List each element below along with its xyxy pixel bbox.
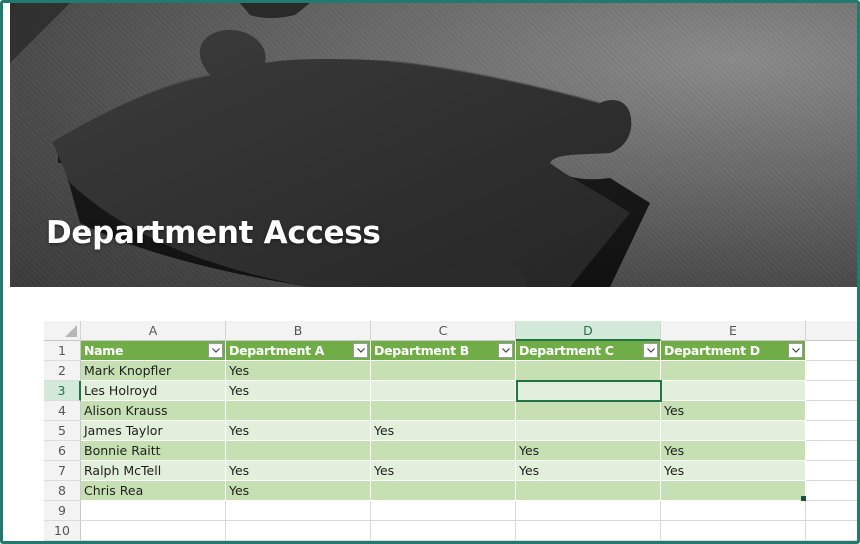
cell-f8[interactable] [806,481,857,501]
cell-b9[interactable] [226,501,371,521]
cell-c10[interactable] [371,521,516,541]
cell-d6[interactable]: Yes [516,441,661,461]
cell-d2[interactable] [516,361,661,381]
cell-f9[interactable] [806,501,857,521]
cell-a6[interactable]: Bonnie Raitt [81,441,226,461]
cell-c4[interactable] [371,401,516,421]
row-header-8[interactable]: 8 [44,481,81,501]
column-header-c[interactable]: C [371,321,516,341]
filter-dropdown-icon [647,348,655,353]
cell-e8[interactable] [661,481,806,501]
cell-e4[interactable]: Yes [661,401,806,421]
row-header-3[interactable]: 3 [44,381,81,401]
select-all-triangle-icon [65,325,77,337]
cell-e2[interactable] [661,361,806,381]
cell-e6[interactable]: Yes [661,441,806,461]
cell-a5[interactable]: James Taylor [81,421,226,441]
row-header-5[interactable]: 5 [44,421,81,441]
cell-a10[interactable] [81,521,226,541]
window-frame: Department Access A B C D E 1 2 3 4 5 6 … [0,0,860,544]
table-header-label: Name [84,343,124,358]
filter-dropdown-button[interactable] [353,343,368,358]
filter-dropdown-button[interactable] [788,343,803,358]
table-header-label: Department C [519,343,614,358]
row-header-10[interactable]: 10 [44,521,81,541]
spreadsheet[interactable]: A B C D E 1 2 3 4 5 6 7 8 9 10 Name Depar… [44,321,857,541]
cell-c7[interactable]: Yes [371,461,516,481]
cell-c8[interactable] [371,481,516,501]
cell-f7[interactable] [806,461,857,481]
row-header-2[interactable]: 2 [44,361,81,381]
cell-f3[interactable] [806,381,857,401]
cell-e5[interactable] [661,421,806,441]
cell-c9[interactable] [371,501,516,521]
cell-d4[interactable] [516,401,661,421]
row-header-6[interactable]: 6 [44,441,81,461]
cell-f6[interactable] [806,441,857,461]
cell-b3[interactable]: Yes [226,381,371,401]
column-header-d[interactable]: D [516,321,661,341]
cell-e9[interactable] [661,501,806,521]
cell-d5[interactable] [516,421,661,441]
column-header-a[interactable]: A [81,321,226,341]
cell-a9[interactable] [81,501,226,521]
cell-b6[interactable] [226,441,371,461]
table-header-c[interactable]: Department B [371,341,516,361]
row-header-1[interactable]: 1 [44,341,81,361]
cell-b10[interactable] [226,521,371,541]
cell-b2[interactable]: Yes [226,361,371,381]
cell-d7[interactable]: Yes [516,461,661,481]
table-header-b[interactable]: Department A [226,341,371,361]
table-header-e[interactable]: Department D [661,341,806,361]
select-all-button[interactable] [44,321,81,341]
cell-e10[interactable] [661,521,806,541]
cell-c5[interactable]: Yes [371,421,516,441]
cell-e3[interactable] [661,381,806,401]
page-title: Department Access [46,215,381,251]
table-header-label: Department A [229,343,325,358]
table-header-label: Department B [374,343,470,358]
cell-f5[interactable] [806,421,857,441]
cell-c3[interactable] [371,381,516,401]
cell-f2[interactable] [806,361,857,381]
row-header-4[interactable]: 4 [44,401,81,421]
filter-dropdown-button[interactable] [498,343,513,358]
cell-b8[interactable]: Yes [226,481,371,501]
column-header-b[interactable]: B [226,321,371,341]
cell-e7[interactable]: Yes [661,461,806,481]
cell-b4[interactable] [226,401,371,421]
cell-d10[interactable] [516,521,661,541]
filter-dropdown-icon [792,348,800,353]
cell-a7[interactable]: Ralph McTell [81,461,226,481]
table-resize-handle[interactable] [801,496,806,501]
column-header-e[interactable]: E [661,321,806,341]
cell-a3[interactable]: Les Holroyd [81,381,226,401]
row-header-9[interactable]: 9 [44,501,81,521]
cell-f4[interactable] [806,401,857,421]
table-header-label: Department D [664,343,760,358]
filter-dropdown-icon [502,348,510,353]
cell-c2[interactable] [371,361,516,381]
header-banner: Department Access [10,3,857,287]
cell-b7[interactable]: Yes [226,461,371,481]
cell-a2[interactable]: Mark Knopfler [81,361,226,381]
cell-d8[interactable] [516,481,661,501]
table-header-a[interactable]: Name [81,341,226,361]
table-header-d[interactable]: Department C [516,341,661,361]
cell-d9[interactable] [516,501,661,521]
cell-f1[interactable] [806,341,857,361]
cell-c6[interactable] [371,441,516,461]
cell-f10[interactable] [806,521,857,541]
column-header-f[interactable] [806,321,857,341]
cell-a4[interactable]: Alison Krauss [81,401,226,421]
filter-dropdown-icon [212,348,220,353]
active-cell-selection[interactable] [516,380,662,402]
row-header-7[interactable]: 7 [44,461,81,481]
filter-dropdown-icon [357,348,365,353]
filter-dropdown-button[interactable] [208,343,223,358]
cell-b5[interactable]: Yes [226,421,371,441]
cell-a8[interactable]: Chris Rea [81,481,226,501]
filter-dropdown-button[interactable] [643,343,658,358]
